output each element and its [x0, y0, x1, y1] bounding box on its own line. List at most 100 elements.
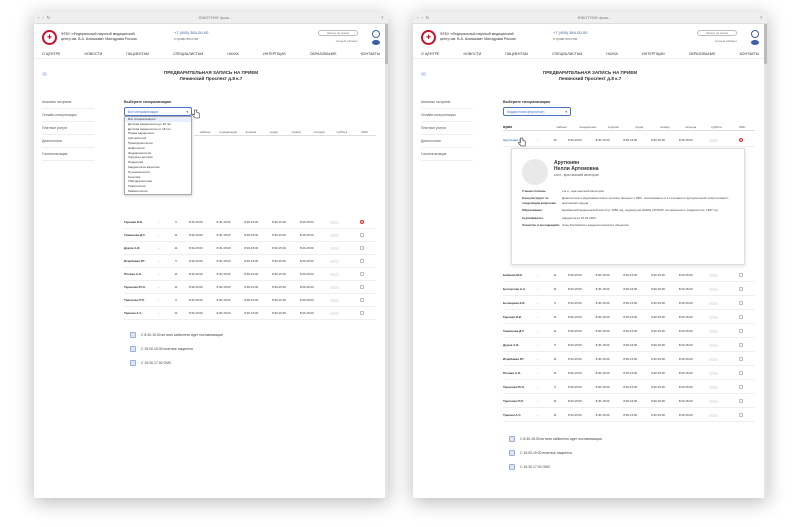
left-menu-item[interactable]: Госпитализация: [421, 148, 473, 161]
left-menu-item[interactable]: Анализы на прием: [42, 96, 94, 109]
cabinet-link[interactable]: личный кабинет: [336, 39, 358, 43]
time-cell[interactable]: 8:30-15:00: [589, 287, 617, 291]
left-menu-item[interactable]: Онлайн-консультации: [42, 109, 94, 122]
saturday-cell[interactable]: [700, 315, 728, 319]
table-row[interactable]: Исарбаева Р.Г. –5 8:30-15:00 8:30-15:00 8:30…: [124, 255, 376, 268]
reload-icon[interactable]: ↻: [426, 15, 429, 20]
time-cell[interactable]: 8:30-15:00: [561, 371, 589, 375]
home-icon[interactable]: ⌂: [421, 72, 426, 76]
table-row[interactable]: Гареева И.В. –11 8:30-15:00 8:30-15:00 8:30-…: [503, 311, 755, 324]
time-cell[interactable]: 8:30-15:00: [210, 311, 238, 315]
table-row[interactable]: Тимешова Д.Т. –11 8:30-15:00 8:30-15:00 8:30…: [124, 229, 376, 242]
time-cell[interactable]: 8:30-15:00: [265, 259, 293, 263]
time-cell[interactable]: 8:30-15:00: [589, 315, 617, 319]
time-cell[interactable]: 8:30-15:00: [210, 298, 238, 302]
nav-item[interactable]: О ЦЕНТРЕ: [42, 52, 60, 56]
time-cell[interactable]: 8:30-15:00: [561, 385, 589, 389]
oms-checkbox[interactable]: [727, 329, 755, 333]
nav-item[interactable]: ИНТЕРПЦИИ: [263, 52, 286, 56]
saturday-cell[interactable]: [321, 233, 349, 237]
saturday-cell[interactable]: [700, 329, 728, 333]
dropdown-option[interactable]: Ревматология: [125, 189, 191, 194]
doctor-name-cell[interactable]: Дуров А.И.: [124, 246, 158, 250]
oms-checkbox[interactable]: [348, 220, 376, 224]
time-cell[interactable]: 8:30-15:00: [210, 272, 238, 276]
time-cell[interactable]: 8:30-15:00: [672, 138, 700, 142]
doctor-name-cell[interactable]: Бабаева М.И.: [503, 273, 537, 277]
table-row[interactable]: Тришин А.С. –11 8:30-15:00 8:30-15:00 8:30-1…: [503, 409, 755, 422]
time-cell[interactable]: 8:30-15:00: [589, 385, 617, 389]
appointment-button[interactable]: Запись на прием: [697, 30, 737, 36]
logo[interactable]: ✚: [421, 29, 436, 45]
time-cell[interactable]: 8:30-15:00: [616, 357, 644, 361]
time-cell[interactable]: 8:30-15:00: [293, 220, 321, 224]
time-cell[interactable]: 8:30-15:00: [672, 301, 700, 305]
saturday-cell[interactable]: [700, 385, 728, 389]
doctor-name-cell[interactable]: Белоусова А.А.: [503, 287, 537, 291]
time-cell[interactable]: 8:30-15:00: [561, 413, 589, 417]
time-cell[interactable]: 8:30-15:00: [672, 315, 700, 319]
time-cell[interactable]: 8:30-15:00: [616, 315, 644, 319]
doctor-name-cell[interactable]: Гареева И.В.: [503, 315, 537, 319]
time-cell[interactable]: 8:30-15:00: [672, 413, 700, 417]
time-cell[interactable]: 8:30-15:00: [561, 138, 589, 142]
forward-icon[interactable]: ›: [42, 15, 43, 20]
nav-item[interactable]: НАУКА: [606, 52, 618, 56]
spec-select[interactable]: Все специализации ▾: [124, 107, 192, 116]
doctor-name-cell[interactable]: Бочкарева К.И.: [503, 301, 537, 305]
eye-icon[interactable]: [751, 40, 759, 45]
saturday-cell[interactable]: [321, 298, 349, 302]
saturday-cell[interactable]: [321, 311, 349, 315]
left-menu-item[interactable]: Платные услуги: [42, 122, 94, 135]
time-cell[interactable]: 8:30-15:00: [237, 259, 265, 263]
time-cell[interactable]: 8:30-15:00: [561, 357, 589, 361]
time-cell[interactable]: 8:30-15:00: [265, 311, 293, 315]
table-row[interactable]: Плоева А.О. –11 8:30-15:00 8:30-15:00 8:30-1…: [503, 367, 755, 380]
share-icon[interactable]: ⇪: [381, 15, 384, 20]
time-cell[interactable]: 8:30-15:00: [672, 273, 700, 277]
doctor-name-cell[interactable]: Гареева И.В.: [124, 220, 158, 224]
oms-checkbox[interactable]: [727, 315, 755, 319]
time-cell[interactable]: 8:30-15:00: [561, 287, 589, 291]
time-cell[interactable]: 8:30-15:00: [589, 273, 617, 277]
nav-item[interactable]: КОНТАКТЫ: [361, 52, 380, 56]
time-cell[interactable]: 8:30-15:00: [589, 138, 617, 142]
back-icon[interactable]: ‹: [417, 15, 418, 20]
saturday-cell[interactable]: [700, 399, 728, 403]
share-icon[interactable]: ⇪: [760, 15, 763, 20]
time-cell[interactable]: 8:30-15:00: [237, 285, 265, 289]
table-row[interactable]: Трахсова П.П. –5 8:30-15:00 8:30-15:00 8:30-…: [124, 294, 376, 307]
table-row[interactable]: Дуров А.И. –11 8:30-15:00 8:30-15:00 8:30-15…: [124, 242, 376, 255]
time-cell[interactable]: 8:30-15:00: [644, 329, 672, 333]
oms-checkbox[interactable]: [348, 246, 376, 250]
nav-item[interactable]: СПЕЦИАЛИСТАМ: [173, 52, 203, 56]
time-cell[interactable]: 8:30-15:00: [616, 287, 644, 291]
time-cell[interactable]: 8:30-15:00: [265, 233, 293, 237]
doctor-name-cell[interactable]: Тимешова Д.Т.: [503, 329, 537, 333]
time-cell[interactable]: 8:30-15:00: [182, 285, 210, 289]
time-cell[interactable]: 8:30-15:00: [237, 233, 265, 237]
phone[interactable]: +7 (495) 384-00-00: [174, 30, 208, 35]
time-cell[interactable]: 8:30-15:00: [561, 301, 589, 305]
saturday-cell[interactable]: [700, 357, 728, 361]
oms-checkbox[interactable]: [727, 343, 755, 347]
time-cell[interactable]: 8:30-15:00: [210, 220, 238, 224]
left-menu-item[interactable]: Платные услуги: [421, 122, 473, 135]
table-row[interactable]: Гареева И.В. –5 8:30-15:00 8:30-15:00 8:30-1…: [124, 216, 376, 229]
oms-checkbox[interactable]: [348, 298, 376, 302]
time-cell[interactable]: 8:30-15:00: [616, 273, 644, 277]
time-cell[interactable]: 8:30-15:00: [265, 272, 293, 276]
doctor-name-cell[interactable]: Исарбаева Р.Г.: [124, 259, 158, 263]
time-cell[interactable]: 8:30-15:00: [182, 298, 210, 302]
time-cell[interactable]: 8:30-15:00: [265, 246, 293, 250]
time-cell[interactable]: 8:30-15:00: [293, 233, 321, 237]
doctor-name-cell[interactable]: Трахсова П.П.: [503, 399, 537, 403]
time-cell[interactable]: 8:30-15:00: [237, 311, 265, 315]
time-cell[interactable]: 8:30-15:00: [589, 301, 617, 305]
time-cell[interactable]: 8:30-15:00: [644, 273, 672, 277]
nav-item[interactable]: ПАЦИЕНТАМ: [505, 52, 528, 56]
time-cell[interactable]: 8:30-15:00: [293, 311, 321, 315]
logo[interactable]: ✚: [42, 29, 57, 45]
nav-item[interactable]: ИНТЕРПЦИИ: [642, 52, 665, 56]
table-row[interactable]: Дуров А.И. –5 8:30-15:00 8:30-15:00 8:30-15:…: [503, 339, 755, 352]
